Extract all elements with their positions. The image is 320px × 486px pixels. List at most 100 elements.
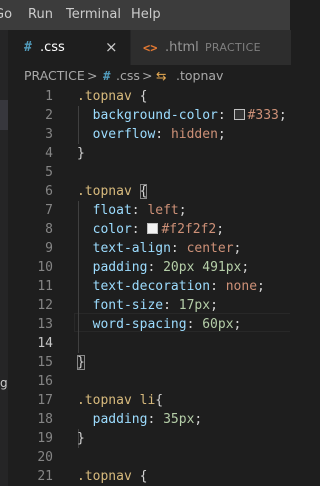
code-line[interactable]: 15} [8,353,290,372]
breadcrumb: PRACTICE > # .css > ⇆ .topnav [8,65,290,87]
code-line[interactable]: 7 float: left; [8,201,290,220]
line-number: 15 [37,355,53,370]
code-text: } [77,144,85,163]
code-text: padding: 35px; [77,410,203,429]
code-line[interactable]: 14 [8,334,290,353]
menu-go[interactable]: Go [0,7,12,22]
line-number: 5 [45,165,53,180]
code-token: : [147,260,164,275]
code-token: : [163,298,179,313]
code-token: overflow [77,127,156,142]
code-token: : [217,108,234,123]
line-number: 3 [45,127,53,142]
code-line[interactable]: 2 background-color: #333; [8,106,290,125]
line-number: 20 [37,450,53,465]
code-token: 20px 491px [163,260,242,275]
code-line[interactable]: 13 word-spacing: 60px; [8,315,290,334]
line-number: 21 [37,469,53,484]
code-line[interactable]: 18 padding: 35px; [8,410,290,429]
code-text: float: left; [77,201,187,220]
code-line[interactable]: 20 [8,448,290,467]
code-line[interactable]: 3 overflow: hidden; [8,125,290,144]
menu-help[interactable]: Help [131,7,161,22]
line-number: 8 [45,222,53,237]
code-line[interactable]: 8 color: #f2f2f2; [8,220,290,239]
code-line[interactable]: 1 .topnav { [8,87,290,106]
tab-css[interactable]: # .css × [8,30,130,65]
code-line[interactable]: 9 text-align: center; [8,239,290,258]
html-file-icon: <> [143,41,158,55]
code-line[interactable]: 17 .topnav li{ [8,391,290,410]
code-token: hidden [170,127,218,142]
code-token: #f2f2f2 [161,222,217,237]
code-token: { [155,393,164,408]
css-file-icon: # [103,68,111,83]
code-text: padding: 20px 491px; [77,258,250,277]
code-line[interactable]: 16 [8,372,290,391]
editor-tab-bar: # .css × <> .html PRACTICE [8,30,291,65]
menu-run[interactable]: Run [28,7,53,22]
code-token: background-color [77,108,218,123]
line-number: 14 [37,336,53,351]
css-file-icon: # [24,40,32,55]
code-token: .topnav [77,469,132,484]
code-token: : [210,279,226,294]
code-line[interactable]: 11 text-decoration: none; [8,277,290,296]
color-swatch-icon[interactable] [147,223,159,234]
code-token: ; [210,298,218,313]
line-number: 2 [45,108,53,123]
line-number: 10 [37,260,53,275]
code-text: overflow: hidden; [77,125,226,144]
code-text: word-spacing: 60px; [77,315,242,334]
code-token: { [131,89,148,104]
code-token: ; [233,317,242,332]
code-token: ; [217,127,226,142]
code-text: color: #f2f2f2; [77,220,224,239]
chevron-right-icon: > [142,68,153,83]
line-number: 12 [37,298,53,313]
code-line[interactable]: 10 padding: 20px 491px; [8,258,290,277]
code-token: 35px [163,412,195,427]
code-line[interactable]: 12 font-size: 17px; [8,296,290,315]
code-text: .topnav { [77,467,147,486]
code-token: ; [178,203,187,218]
line-number: 13 [37,317,53,332]
breadcrumb-file[interactable]: .css [116,68,140,83]
code-token: padding [77,260,148,275]
sidebar-selected-item[interactable] [0,100,8,130]
close-icon[interactable]: × [105,38,118,56]
line-number: 11 [37,279,53,294]
breadcrumb-folder[interactable]: PRACTICE [24,68,85,83]
code-token: #333 [247,108,279,123]
code-token: left [147,203,179,218]
color-swatch-icon[interactable] [233,109,245,120]
line-number: 19 [37,431,53,446]
matched-bracket: } [77,355,85,370]
code-text: font-size: 17px; [77,296,218,315]
code-text: .topnav { [77,182,148,201]
line-number: 6 [45,184,53,199]
code-text: .topnav li{ [77,391,163,410]
chevron-right-icon: > [87,68,98,83]
line-number: 4 [45,146,53,161]
code-line[interactable]: 5 [8,163,290,182]
code-token: ; [233,241,242,256]
code-token: none [225,279,258,294]
code-token: ; [257,279,265,294]
tab-html[interactable]: <> .html PRACTICE [130,30,291,65]
code-editor[interactable]: 1 .topnav {2 background-color: #333; 3 ove… [8,87,290,486]
code-line[interactable]: 4} [8,144,290,163]
tab-css-label: .css [40,40,65,55]
line-number: 1 [45,89,53,104]
code-token: font-size [77,298,164,313]
code-line[interactable]: 21 .topnav { [8,467,290,486]
line-number: 18 [37,412,53,427]
code-line[interactable]: 19} [8,429,290,448]
code-line[interactable]: 6 .topnav { [8,182,290,201]
menu-terminal[interactable]: Terminal [66,7,121,22]
code-token: { [131,469,148,484]
code-token: text-align [77,241,171,256]
code-token: : [131,203,148,218]
breadcrumb-symbol[interactable]: .topnav [176,68,223,83]
